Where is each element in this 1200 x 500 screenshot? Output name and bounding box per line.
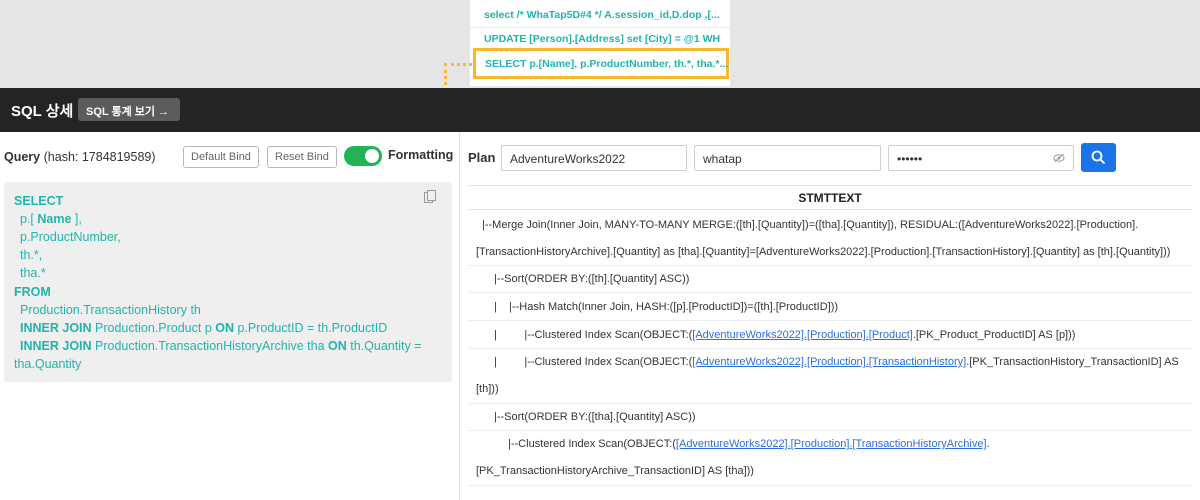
dropdown-item[interactable]: select /* WhaTap5D#4 */ A.session_id,D.d… <box>484 9 720 21</box>
query-hash: (hash: 1784819589) <box>43 150 156 164</box>
dropdown-selected-label: SELECT p.[Name], p.ProductNumber, th.*, … <box>485 58 729 70</box>
reset-bind-button[interactable]: Reset Bind <box>267 146 337 168</box>
sql-stats-button[interactable]: SQL 통계 보기 → <box>78 98 180 121</box>
code-line: p.ProductNumber, <box>20 230 121 244</box>
code-line: INNER JOIN Production.TransactionHistory… <box>20 339 422 353</box>
code-line: p.[ Name ], <box>20 212 82 226</box>
plan-line: |--Sort(ORDER BY:([tha].[Quantity] ASC)) <box>494 411 696 423</box>
page-title: SQL 상세 <box>11 103 74 120</box>
plan-line: [TransactionHistoryArchive].[Quantity] a… <box>476 246 1171 258</box>
row-divider <box>468 485 1192 486</box>
row-divider <box>468 265 1192 266</box>
query-panel: Query (hash: 1784819589) Default Bind Re… <box>0 132 460 500</box>
copy-icon[interactable] <box>424 190 436 203</box>
panel-header: SQL 상세 SQL 통계 보기 → <box>0 88 1200 132</box>
default-bind-button[interactable]: Default Bind <box>183 146 259 168</box>
plan-line: | |--Clustered Index Scan(OBJECT:([Adven… <box>494 329 1076 341</box>
row-divider <box>468 430 1192 431</box>
plan-line: |--Merge Join(Inner Join, MANY-TO-MANY M… <box>482 219 1139 231</box>
code-line: FROM <box>14 285 51 299</box>
search-button[interactable] <box>1081 143 1116 172</box>
table-link[interactable]: [AdventureWorks2022].[Production].[Trans… <box>676 438 987 450</box>
plan-line: |--Clustered Index Scan(OBJECT:([Adventu… <box>508 438 990 450</box>
code-line: tha.Quantity <box>14 357 82 371</box>
dropdown-divider <box>470 27 730 28</box>
formatting-label: Formatting <box>388 148 454 162</box>
row-divider <box>468 320 1192 321</box>
query-heading: Query (hash: 1784819589) <box>4 150 156 164</box>
table-link[interactable]: [AdventureWorks2022].[Production].[Produ… <box>692 329 913 341</box>
plan-line: | |--Clustered Index Scan(OBJECT:([Adven… <box>494 356 1179 368</box>
formatting-toggle[interactable] <box>344 146 382 166</box>
code-line: SELECT <box>14 194 64 208</box>
plan-line: [th])) <box>476 383 499 395</box>
code-line: th.*, <box>20 248 43 262</box>
code-line: Production.TransactionHistory th <box>20 303 201 317</box>
user-input[interactable]: whatap <box>694 145 881 171</box>
row-divider <box>468 292 1192 293</box>
toggle-knob <box>365 149 379 163</box>
code-line: tha.* <box>20 266 46 280</box>
plan-line: |--Sort(ORDER BY:([th].[Quantity] ASC)) <box>494 273 690 285</box>
stmttext-column-header: STMTTEXT <box>468 185 1192 210</box>
plan-line: | |--Hash Match(Inner Join, HASH:([p].[P… <box>494 301 839 313</box>
database-input[interactable]: AdventureWorks2022 <box>501 145 687 171</box>
password-input[interactable]: •••••• <box>888 145 1074 171</box>
code-line: INNER JOIN Production.Product p ON p.Pro… <box>20 321 388 335</box>
table-link[interactable]: [AdventureWorks2022].[Production].[Trans… <box>692 356 966 368</box>
row-divider <box>468 403 1192 404</box>
dropdown-item-selected[interactable]: SELECT p.[Name], p.ProductNumber, th.*, … <box>473 48 729 79</box>
search-icon <box>1091 150 1106 165</box>
sql-code-block: SELECT p.[ Name ], p.ProductNumber, th.*… <box>4 182 452 382</box>
query-label: Query <box>4 150 41 164</box>
row-divider <box>468 348 1192 349</box>
plan-line: [PK_TransactionHistoryArchive_Transactio… <box>476 465 754 477</box>
eye-off-icon[interactable] <box>1053 153 1065 166</box>
plan-label: Plan <box>468 150 496 165</box>
dropdown-item[interactable]: UPDATE [Person].[Address] set [City] = @… <box>484 33 720 45</box>
password-value: •••••• <box>897 152 923 166</box>
callout-connector <box>444 63 472 66</box>
